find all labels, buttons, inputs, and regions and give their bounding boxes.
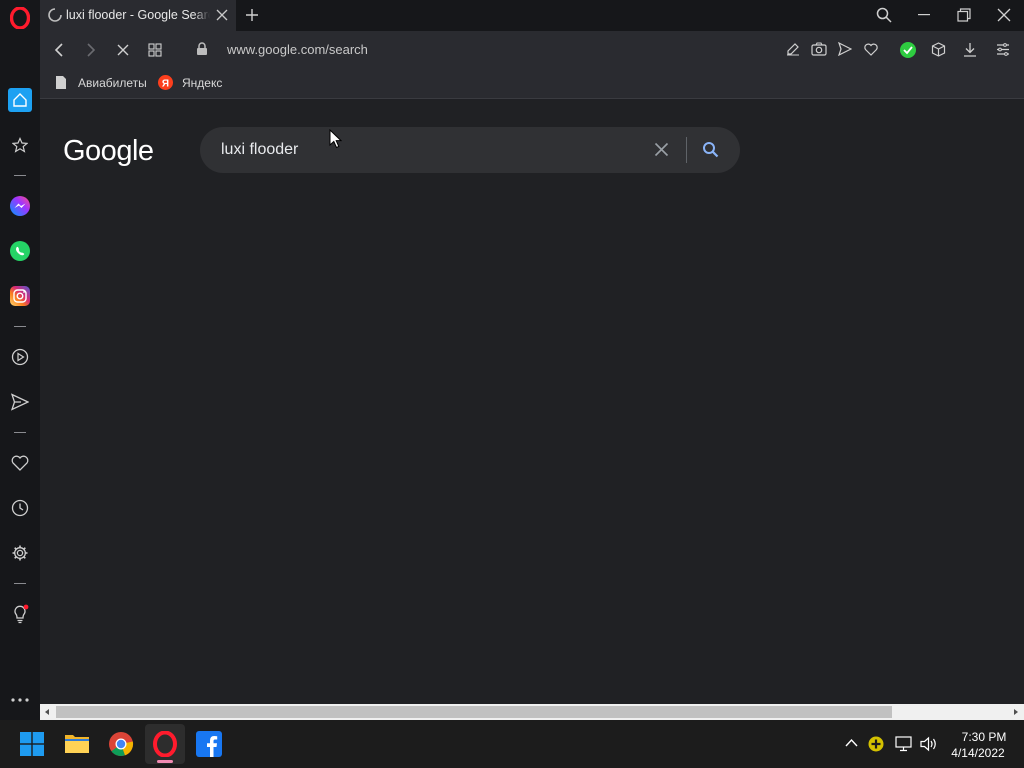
scrollbar-thumb[interactable] [56, 706, 892, 718]
clear-search-icon[interactable] [654, 142, 669, 157]
search-input[interactable]: luxi flooder [221, 141, 298, 159]
bookmark-aviabilety[interactable]: Авиабилеты [78, 76, 147, 90]
network-icon[interactable] [895, 736, 912, 752]
download-icon[interactable] [963, 42, 977, 57]
tab-active[interactable]: luxi flooder - Google Search [40, 0, 236, 31]
easy-setup-icon[interactable] [996, 43, 1010, 56]
player-icon[interactable] [8, 345, 32, 369]
instagram-icon[interactable] [8, 284, 32, 308]
page-content [40, 100, 1024, 704]
sidebar-divider [14, 432, 26, 433]
stop-loading-icon[interactable] [116, 43, 130, 57]
search-divider [686, 137, 687, 163]
messenger-icon[interactable] [8, 194, 32, 218]
lock-icon[interactable] [196, 42, 208, 56]
file-explorer-icon[interactable] [64, 731, 90, 757]
url-text[interactable]: www.google.com/search [227, 42, 368, 57]
star-icon[interactable] [8, 133, 32, 157]
opera-logo-icon[interactable] [8, 6, 32, 30]
more-options-icon[interactable] [8, 688, 32, 712]
tab-close-icon[interactable] [216, 9, 228, 21]
tray-app-icon[interactable] [868, 736, 884, 752]
taskbar-clock-date[interactable]: 4/14/2022 [948, 746, 1008, 760]
close-window-icon[interactable] [997, 8, 1011, 22]
settings-gear-icon[interactable] [8, 541, 32, 565]
mouse-cursor-icon [329, 129, 342, 149]
windows-start-icon[interactable] [20, 732, 46, 758]
sidebar-divider [14, 326, 26, 327]
back-icon[interactable] [52, 42, 66, 58]
tips-lightbulb-icon[interactable] [8, 602, 32, 626]
whatsapp-icon[interactable] [8, 239, 32, 263]
bookmark-yandex[interactable]: Яндекс [182, 76, 222, 90]
home-icon[interactable] [8, 88, 32, 112]
history-clock-icon[interactable] [8, 496, 32, 520]
tab-search-icon[interactable] [876, 7, 892, 23]
opera-taskbar-icon[interactable] [153, 731, 179, 757]
tray-chevron-up-icon[interactable] [845, 738, 858, 748]
restore-window-icon[interactable] [957, 8, 971, 22]
pinboard-heart-icon[interactable] [8, 451, 32, 475]
google-logo[interactable]: Google [63, 133, 157, 167]
sidebar-divider [14, 175, 26, 176]
yandex-icon: Я [158, 75, 173, 90]
opera-sidebar [0, 0, 40, 720]
scroll-right-arrow-icon[interactable] [1012, 708, 1020, 716]
heart-icon[interactable] [864, 43, 878, 56]
facebook-icon[interactable] [196, 731, 222, 757]
volume-icon[interactable] [920, 736, 938, 752]
minimize-window-icon[interactable] [918, 14, 930, 16]
svg-text:Я: Я [162, 79, 169, 90]
snap-edit-icon[interactable] [786, 42, 800, 56]
forward-icon[interactable] [84, 42, 98, 58]
google-logo-text: Google [63, 135, 154, 167]
taskbar-active-indicator [157, 760, 173, 763]
new-tab-icon[interactable] [245, 8, 259, 22]
speed-dial-icon[interactable] [148, 43, 162, 57]
search-submit-icon[interactable] [702, 141, 719, 158]
camera-icon[interactable] [811, 42, 827, 56]
extensions-cube-icon[interactable] [931, 42, 946, 57]
loading-spinner-icon [48, 8, 62, 22]
tab-title: luxi flooder - Google Search [66, 8, 210, 22]
vpn-check-icon[interactable] [900, 42, 916, 58]
chrome-icon[interactable] [108, 731, 134, 757]
scroll-left-arrow-icon[interactable] [43, 708, 51, 716]
flow-send-icon[interactable] [8, 390, 32, 414]
sidebar-divider [14, 583, 26, 584]
bookmark-page-icon [55, 75, 67, 90]
taskbar-clock-time[interactable]: 7:30 PM [960, 730, 1008, 744]
send-icon[interactable] [838, 42, 852, 56]
